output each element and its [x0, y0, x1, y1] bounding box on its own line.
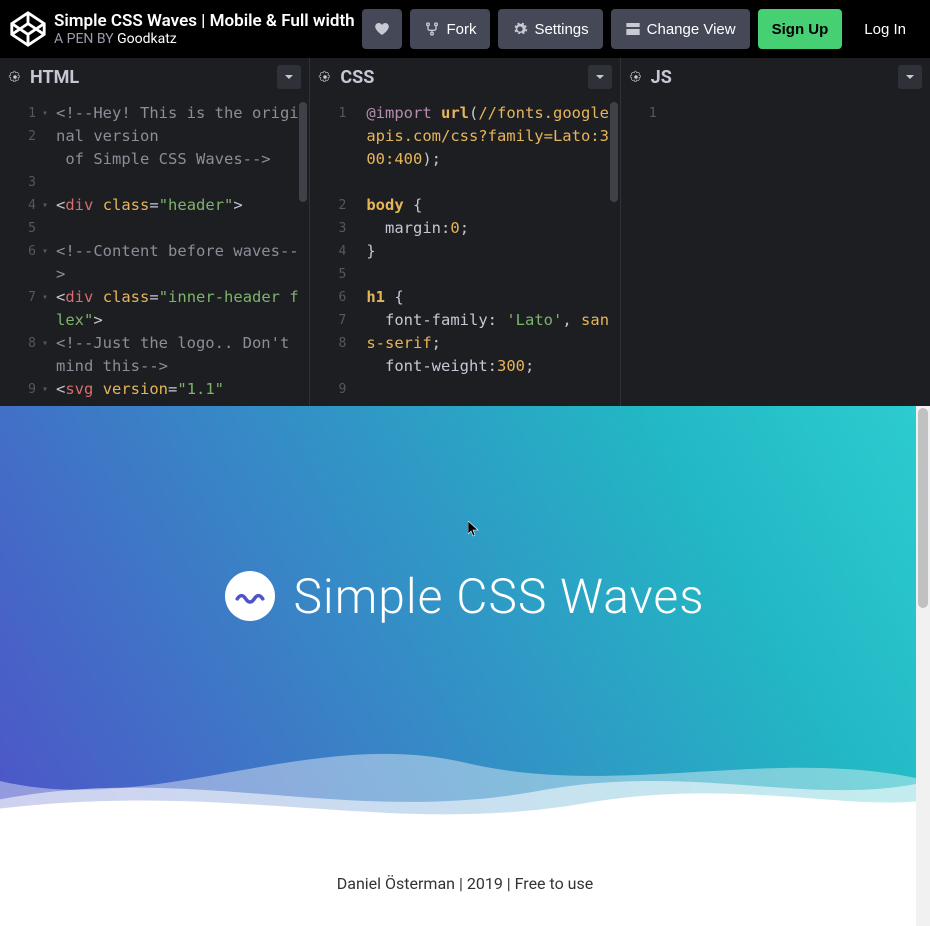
- codepen-logo[interactable]: [10, 11, 46, 47]
- preview-footer: Daniel Österman | 2019 | Free to use: [0, 836, 930, 893]
- scrollbar[interactable]: [610, 102, 618, 202]
- change-view-button[interactable]: Change View: [611, 9, 750, 49]
- scrollbar[interactable]: [299, 102, 307, 202]
- js-panel-menu[interactable]: [898, 65, 922, 89]
- byline-prefix: A PEN BY: [54, 31, 117, 47]
- html-panel: HTML 1 2 3 4 5 6 7 8 9 <!--Hey! This is …: [0, 58, 310, 406]
- fork-button[interactable]: Fork: [410, 9, 490, 49]
- chevron-down-icon: [905, 72, 915, 82]
- js-panel-header: JS: [621, 58, 930, 96]
- js-panel: JS 1: [621, 58, 930, 406]
- hero-inner: Simple CSS Waves: [225, 568, 704, 625]
- chevron-down-icon: [284, 72, 294, 82]
- wave-icon: [225, 571, 275, 621]
- css-gutter: 1 2 3 4 5 6 7 8 9: [310, 96, 350, 406]
- css-editor[interactable]: 1 2 3 4 5 6 7 8 9 @import url(//fonts.go…: [310, 96, 619, 406]
- fork-icon: [424, 21, 440, 37]
- change-view-label: Change View: [647, 21, 736, 38]
- gear-icon[interactable]: [629, 70, 643, 84]
- html-panel-title: HTML: [30, 67, 79, 88]
- pen-byline: A PEN BY Goodkatz: [54, 31, 354, 47]
- gear-icon[interactable]: [318, 70, 332, 84]
- js-code[interactable]: [661, 96, 930, 406]
- js-editor[interactable]: 1: [621, 96, 930, 406]
- layout-icon: [625, 21, 641, 37]
- result-scrollbar[interactable]: [916, 406, 930, 926]
- fork-label: Fork: [446, 21, 476, 38]
- cursor-icon: [468, 521, 480, 537]
- settings-button[interactable]: Settings: [498, 9, 602, 49]
- login-button[interactable]: Log In: [850, 9, 920, 49]
- heart-icon: [374, 21, 390, 37]
- chevron-down-icon: [595, 72, 605, 82]
- signup-button[interactable]: Sign Up: [758, 9, 843, 49]
- html-panel-menu[interactable]: [277, 65, 301, 89]
- pen-author[interactable]: Goodkatz: [117, 31, 177, 47]
- gear-icon: [512, 21, 528, 37]
- html-code[interactable]: <!--Hey! This is the original version of…: [40, 96, 309, 406]
- js-panel-title: JS: [651, 67, 672, 88]
- editor-panels: HTML 1 2 3 4 5 6 7 8 9 <!--Hey! This is …: [0, 58, 930, 406]
- wave-graphic: [0, 726, 930, 836]
- settings-label: Settings: [534, 21, 588, 38]
- hero: Simple CSS Waves: [0, 406, 930, 836]
- html-editor[interactable]: 1 2 3 4 5 6 7 8 9 <!--Hey! This is the o…: [0, 96, 309, 406]
- gear-icon[interactable]: [8, 70, 22, 84]
- css-code[interactable]: @import url(//fonts.googleapis.com/css?f…: [350, 96, 619, 406]
- html-gutter: 1 2 3 4 5 6 7 8 9: [0, 96, 40, 406]
- pen-meta: Simple CSS Waves | Mobile & Full width A…: [54, 11, 354, 47]
- pen-title: Simple CSS Waves | Mobile & Full width: [54, 11, 354, 31]
- css-panel-header: CSS: [310, 58, 619, 96]
- css-panel-title: CSS: [340, 67, 374, 88]
- top-bar: Simple CSS Waves | Mobile & Full width A…: [0, 0, 930, 58]
- heart-button[interactable]: [362, 9, 402, 49]
- hero-title: Simple CSS Waves: [293, 568, 704, 625]
- css-panel-menu[interactable]: [588, 65, 612, 89]
- html-panel-header: HTML: [0, 58, 309, 96]
- css-panel: CSS 1 2 3 4 5 6 7 8 9 @import url(//font…: [310, 58, 620, 406]
- js-gutter: 1: [621, 96, 661, 406]
- result-pane: Simple CSS Waves Daniel Österman | 2019 …: [0, 406, 930, 926]
